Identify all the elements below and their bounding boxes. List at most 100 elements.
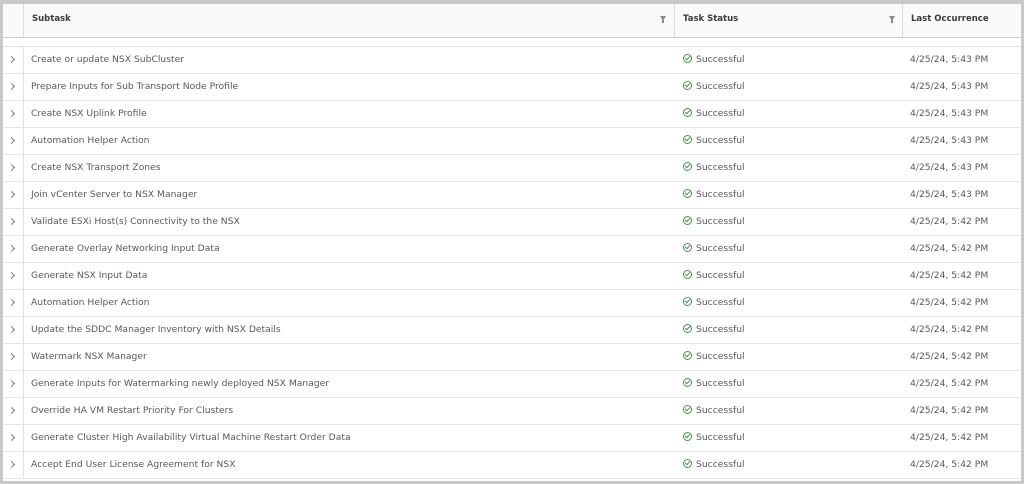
expand-row-button[interactable] (3, 155, 23, 181)
task-status-label: Successful (696, 54, 745, 65)
header-spacer (3, 38, 1021, 47)
chevron-right-icon (7, 55, 16, 64)
task-status-label: Successful (696, 162, 745, 173)
task-status: Successful (683, 263, 745, 289)
expand-row-button[interactable] (3, 128, 23, 154)
table-body: Create or update NSX SubCluster Successfu… (3, 47, 1021, 479)
filter-icon[interactable] (660, 16, 666, 23)
last-occurrence: 4/25/24, 5:42 PM (910, 297, 989, 308)
check-circle-icon (683, 216, 692, 225)
column-divider (23, 452, 24, 478)
task-status-label: Successful (696, 432, 745, 443)
chevron-right-icon (7, 109, 16, 118)
expand-row-button[interactable] (3, 371, 23, 397)
check-circle-icon (683, 135, 692, 144)
expand-row-button[interactable] (3, 47, 23, 73)
table-row[interactable]: Accept End User License Agreement for NS… (3, 452, 1021, 479)
task-status-label: Successful (696, 297, 745, 308)
last-occurrence: 4/25/24, 5:42 PM (910, 216, 989, 227)
task-status-label: Successful (696, 378, 745, 389)
check-circle-icon (683, 189, 692, 198)
task-status-label: Successful (696, 81, 745, 92)
check-circle-icon (683, 243, 692, 252)
last-occurrence: 4/25/24, 5:43 PM (910, 81, 989, 92)
table-row[interactable]: Validate ESXi Host(s) Connectivity to th… (3, 209, 1021, 236)
last-occurrence: 4/25/24, 5:42 PM (910, 432, 989, 443)
chevron-right-icon (7, 136, 16, 145)
subtask-name: Watermark NSX Manager (31, 351, 147, 362)
table-row[interactable]: Automation Helper Action Successful 4/25/2… (3, 290, 1021, 317)
table-row[interactable]: Create NSX Transport Zones Successful 4/25… (3, 155, 1021, 182)
expand-row-button[interactable] (3, 317, 23, 343)
task-status-label: Successful (696, 243, 745, 254)
task-status-label: Successful (696, 135, 745, 146)
expand-row-button[interactable] (3, 344, 23, 370)
last-occurrence: 4/25/24, 5:43 PM (910, 54, 989, 65)
expand-row-button[interactable] (3, 236, 23, 262)
column-divider (23, 263, 24, 289)
task-status-label: Successful (696, 459, 745, 470)
subtask-name: Join vCenter Server to NSX Manager (31, 189, 198, 200)
column-header-last-occurrence[interactable]: Last Occurrence (903, 4, 1021, 37)
chevron-right-icon (7, 298, 16, 307)
expand-row-button[interactable] (3, 182, 23, 208)
subtask-name: Generate Overlay Networking Input Data (31, 243, 220, 254)
expand-row-button[interactable] (3, 101, 23, 127)
check-circle-icon (683, 54, 692, 63)
last-occurrence: 4/25/24, 5:42 PM (910, 459, 989, 470)
table-row[interactable]: Automation Helper Action Successful 4/25/2… (3, 128, 1021, 155)
table-row[interactable]: Override HA VM Restart Priority For Clus… (3, 398, 1021, 425)
table-row[interactable]: Generate Cluster High Availability Virtu… (3, 425, 1021, 452)
task-status-label: Successful (696, 351, 745, 362)
check-circle-icon (683, 432, 692, 441)
chevron-right-icon (7, 352, 16, 361)
task-status: Successful (683, 128, 745, 154)
expand-row-button[interactable] (3, 425, 23, 451)
subtask-name: Validate ESXi Host(s) Connectivity to th… (31, 216, 240, 227)
check-circle-icon (683, 459, 692, 468)
column-header-subtask[interactable]: Subtask (23, 4, 675, 37)
task-status: Successful (683, 425, 745, 451)
table-row[interactable]: Generate Overlay Networking Input Data Su… (3, 236, 1021, 263)
task-status: Successful (683, 371, 745, 397)
check-circle-icon (683, 351, 692, 360)
table-row[interactable]: Generate NSX Input Data Successful 4/25/24… (3, 263, 1021, 290)
last-occurrence: 4/25/24, 5:43 PM (910, 162, 989, 173)
expand-row-button[interactable] (3, 263, 23, 289)
subtask-name: Create or update NSX SubCluster (31, 54, 185, 65)
table-row[interactable]: Watermark NSX Manager Successful 4/25/24, … (3, 344, 1021, 371)
expand-row-button[interactable] (3, 209, 23, 235)
task-status-label: Successful (696, 324, 745, 335)
expand-row-button[interactable] (3, 452, 23, 478)
subtask-name: Prepare Inputs for Sub Transport Node Pr… (31, 81, 239, 92)
column-header-last-occurrence-label: Last Occurrence (911, 14, 989, 24)
task-status: Successful (683, 236, 745, 262)
task-status-label: Successful (696, 216, 745, 227)
table-row[interactable]: Generate Inputs for Watermarking newly d… (3, 371, 1021, 398)
expand-row-button[interactable] (3, 398, 23, 424)
column-divider (23, 128, 24, 154)
column-header-task-status[interactable]: Task Status (675, 4, 903, 37)
chevron-right-icon (7, 163, 16, 172)
task-status: Successful (683, 317, 745, 343)
expand-row-button[interactable] (3, 74, 23, 100)
expand-row-button[interactable] (3, 290, 23, 316)
chevron-right-icon (7, 325, 16, 334)
last-occurrence: 4/25/24, 5:43 PM (910, 108, 989, 119)
table-row[interactable]: Join vCenter Server to NSX Manager Succes… (3, 182, 1021, 209)
column-divider (23, 236, 24, 262)
chevron-right-icon (7, 82, 16, 91)
table-row[interactable]: Create NSX Uplink Profile Successful 4/25/… (3, 101, 1021, 128)
column-header-subtask-label: Subtask (32, 14, 71, 24)
table-row[interactable]: Prepare Inputs for Sub Transport Node Pr… (3, 74, 1021, 101)
check-circle-icon (683, 324, 692, 333)
table-header: Subtask Task Status Last Occurrence (3, 4, 1021, 38)
last-occurrence: 4/25/24, 5:42 PM (910, 270, 989, 281)
check-circle-icon (683, 270, 692, 279)
subtask-name: Create NSX Transport Zones (31, 162, 161, 173)
table-row[interactable]: Update the SDDC Manager Inventory with N… (3, 317, 1021, 344)
table-row[interactable]: Create or update NSX SubCluster Successfu… (3, 47, 1021, 74)
chevron-right-icon (7, 217, 16, 226)
subtask-name: Create NSX Uplink Profile (31, 108, 147, 119)
filter-icon[interactable] (889, 16, 895, 23)
